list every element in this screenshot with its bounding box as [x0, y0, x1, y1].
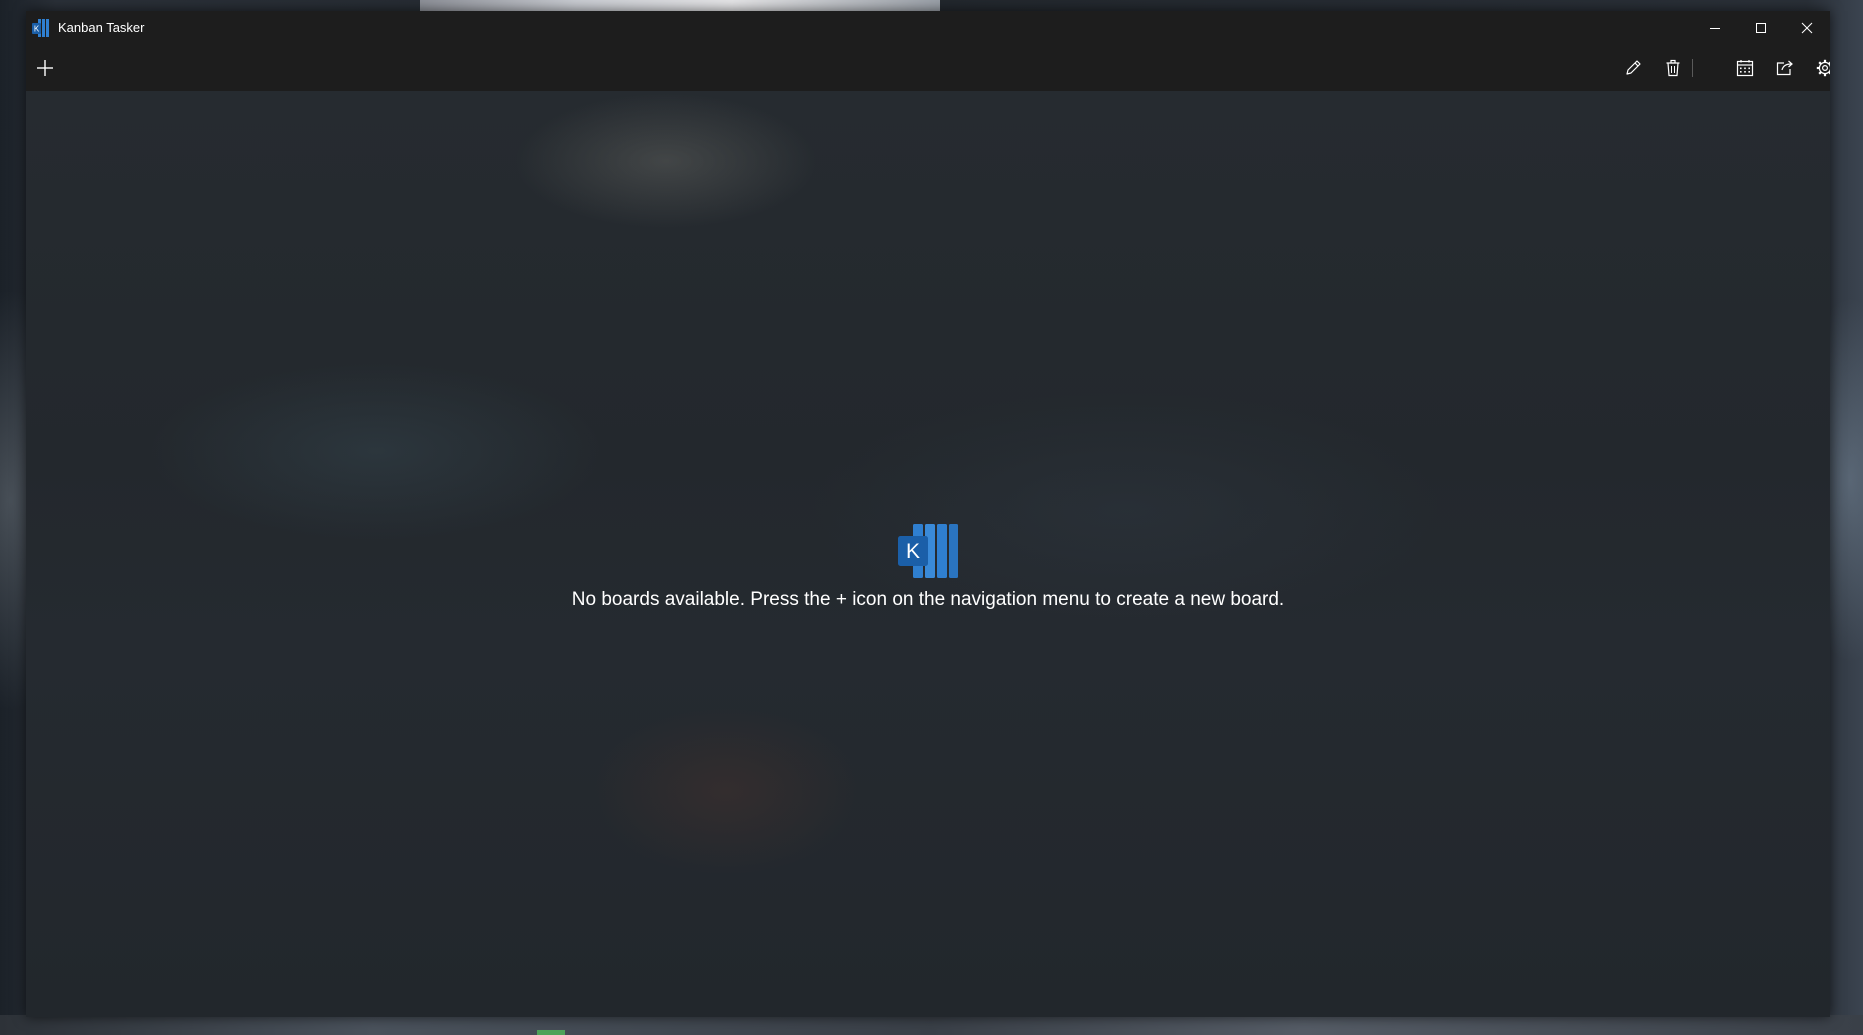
calendar-button[interactable]	[1727, 50, 1763, 86]
toolbar-separator	[1692, 59, 1693, 77]
kanban-logo-icon: K	[897, 523, 959, 579]
gear-icon	[1816, 59, 1830, 77]
app-logo-icon: K	[31, 18, 51, 38]
maximize-button[interactable]	[1738, 11, 1784, 44]
plus-icon	[37, 60, 53, 76]
boards-content-area: K No boards available. Press the + icon …	[26, 91, 1830, 1017]
calendar-icon	[1736, 60, 1754, 77]
maximize-icon	[1756, 22, 1766, 33]
window-title: Kanban Tasker	[58, 20, 145, 35]
caption-buttons	[1692, 11, 1830, 44]
close-button[interactable]	[1784, 11, 1830, 44]
minimize-button[interactable]	[1692, 11, 1738, 44]
delete-board-button[interactable]	[1655, 50, 1691, 86]
close-icon	[1801, 22, 1813, 33]
add-board-button[interactable]	[27, 50, 63, 86]
pencil-icon	[1626, 60, 1641, 75]
logo-letter: K	[906, 540, 920, 563]
svg-text:K: K	[34, 24, 40, 33]
minimize-icon	[1710, 27, 1720, 29]
taskbar-indicator	[537, 1030, 565, 1035]
empty-state: K No boards available. Press the + icon …	[26, 523, 1830, 611]
export-button[interactable]	[1767, 50, 1803, 86]
share-icon	[1776, 60, 1793, 76]
wallpaper-bottom	[0, 1015, 1863, 1035]
title-bar[interactable]: K Kanban Tasker	[26, 11, 1830, 44]
edit-board-button[interactable]	[1615, 50, 1651, 86]
empty-state-message: No boards available. Press the + icon on…	[571, 589, 1285, 610]
trash-icon	[1666, 59, 1680, 77]
settings-button[interactable]	[1807, 50, 1830, 86]
app-window: K Kanban Tasker K No boards available. P…	[26, 11, 1830, 1017]
command-bar	[26, 44, 1830, 91]
